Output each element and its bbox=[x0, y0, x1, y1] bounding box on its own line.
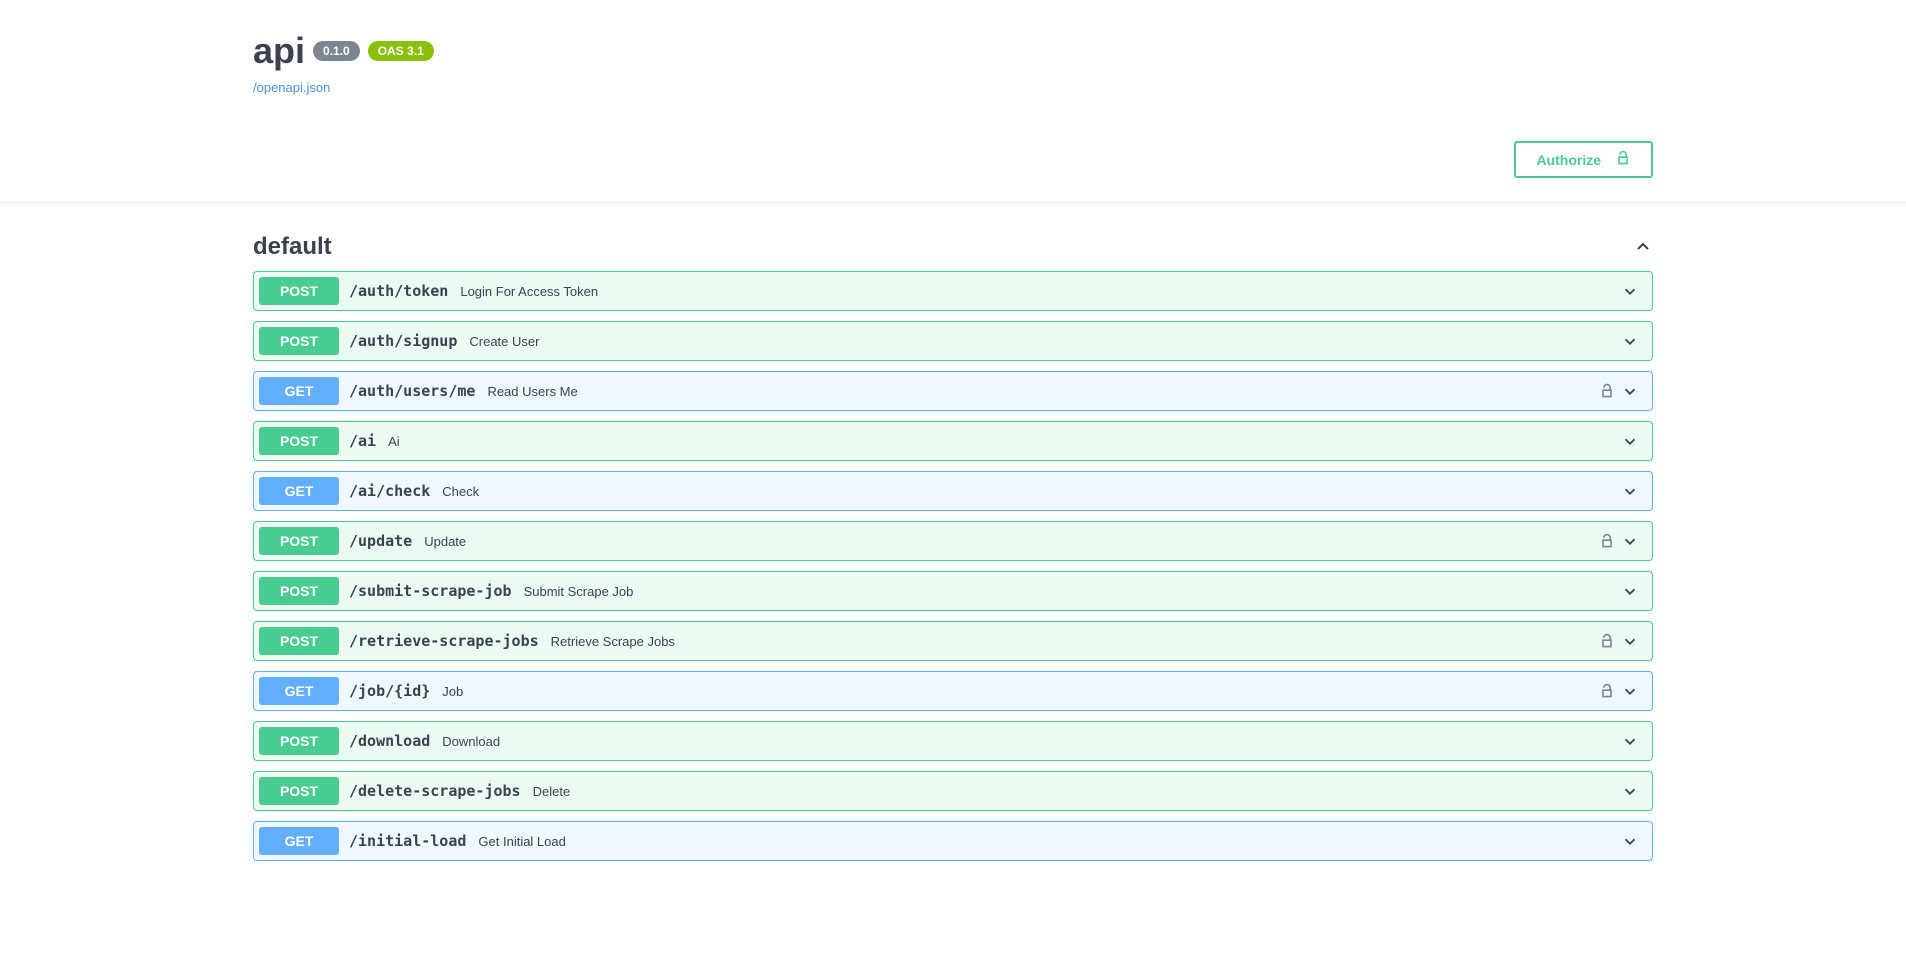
operation-summary: Check bbox=[442, 484, 479, 499]
operation-summary: Update bbox=[424, 534, 466, 549]
method-badge: GET bbox=[259, 377, 339, 405]
operations-section: default POST/auth/token Login For Access … bbox=[253, 203, 1653, 861]
lock-icon[interactable] bbox=[1599, 683, 1615, 699]
operation-actions bbox=[1599, 682, 1647, 700]
operation-path: /ai/check bbox=[349, 482, 430, 500]
operation-actions bbox=[1621, 432, 1647, 450]
operation-row[interactable]: GET/auth/users/me Read Users Me bbox=[253, 371, 1653, 411]
operation-row[interactable]: POST/ai Ai bbox=[253, 421, 1653, 461]
method-badge: POST bbox=[259, 577, 339, 605]
operation-summary: Ai bbox=[388, 434, 400, 449]
chevron-down-icon bbox=[1621, 332, 1639, 350]
api-title: api bbox=[253, 30, 305, 72]
chevron-down-icon bbox=[1621, 282, 1639, 300]
operation-actions bbox=[1621, 782, 1647, 800]
chevron-down-icon bbox=[1621, 482, 1639, 500]
operation-summary: Submit Scrape Job bbox=[524, 584, 634, 599]
version-badge: 0.1.0 bbox=[313, 41, 360, 61]
chevron-down-icon bbox=[1621, 682, 1639, 700]
chevron-down-icon bbox=[1621, 432, 1639, 450]
operation-actions bbox=[1621, 832, 1647, 850]
operation-row[interactable]: POST/submit-scrape-job Submit Scrape Job bbox=[253, 571, 1653, 611]
openapi-spec-link[interactable]: /openapi.json bbox=[253, 80, 330, 95]
operation-summary: Job bbox=[442, 684, 463, 699]
chevron-down-icon bbox=[1621, 782, 1639, 800]
operation-path: /retrieve-scrape-jobs bbox=[349, 632, 539, 650]
method-badge: POST bbox=[259, 727, 339, 755]
operation-path: /update bbox=[349, 532, 412, 550]
operation-row[interactable]: GET/job/{id} Job bbox=[253, 671, 1653, 711]
operation-summary: Download bbox=[442, 734, 500, 749]
chevron-down-icon bbox=[1621, 382, 1639, 400]
operation-path: /ai bbox=[349, 432, 376, 450]
method-badge: GET bbox=[259, 827, 339, 855]
chevron-up-icon bbox=[1633, 237, 1653, 257]
operation-row[interactable]: POST/auth/signup Create User bbox=[253, 321, 1653, 361]
operation-row[interactable]: GET/initial-load Get Initial Load bbox=[253, 821, 1653, 861]
operation-path: /submit-scrape-job bbox=[349, 582, 512, 600]
operation-actions bbox=[1599, 382, 1647, 400]
chevron-down-icon bbox=[1621, 832, 1639, 850]
oas-badge: OAS 3.1 bbox=[368, 41, 434, 61]
operation-path: /job/{id} bbox=[349, 682, 430, 700]
method-badge: POST bbox=[259, 327, 339, 355]
operation-path: /initial-load bbox=[349, 832, 466, 850]
lock-open-icon bbox=[1615, 150, 1631, 169]
operation-row[interactable]: POST/auth/token Login For Access Token bbox=[253, 271, 1653, 311]
chevron-down-icon bbox=[1621, 632, 1639, 650]
operation-row[interactable]: POST/retrieve-scrape-jobs Retrieve Scrape… bbox=[253, 621, 1653, 661]
operation-actions bbox=[1621, 282, 1647, 300]
operation-summary: Get Initial Load bbox=[478, 834, 565, 849]
operation-actions bbox=[1599, 632, 1647, 650]
chevron-down-icon bbox=[1621, 732, 1639, 750]
operation-summary: Retrieve Scrape Jobs bbox=[551, 634, 675, 649]
method-badge: POST bbox=[259, 627, 339, 655]
lock-icon[interactable] bbox=[1599, 633, 1615, 649]
auth-bar: Authorize bbox=[0, 117, 1906, 203]
lock-icon[interactable] bbox=[1599, 533, 1615, 549]
operation-summary: Read Users Me bbox=[487, 384, 577, 399]
chevron-down-icon bbox=[1621, 532, 1639, 550]
operation-list: POST/auth/tokenLogin For Access TokenPOS… bbox=[253, 271, 1653, 861]
method-badge: GET bbox=[259, 677, 339, 705]
operation-summary: Delete bbox=[533, 784, 571, 799]
api-header: api 0.1.0 OAS 3.1 /openapi.json bbox=[253, 0, 1653, 117]
method-badge: POST bbox=[259, 527, 339, 555]
operation-path: /auth/signup bbox=[349, 332, 457, 350]
operation-path: /delete-scrape-jobs bbox=[349, 782, 521, 800]
method-badge: POST bbox=[259, 777, 339, 805]
method-badge: POST bbox=[259, 427, 339, 455]
operation-row[interactable]: POST/delete-scrape-jobs Delete bbox=[253, 771, 1653, 811]
authorize-button-label: Authorize bbox=[1536, 152, 1601, 168]
section-title: default bbox=[253, 233, 332, 261]
operation-path: /download bbox=[349, 732, 430, 750]
operation-summary: Login For Access Token bbox=[460, 284, 598, 299]
section-header[interactable]: default bbox=[253, 233, 1653, 271]
method-badge: POST bbox=[259, 277, 339, 305]
operation-summary: Create User bbox=[469, 334, 539, 349]
authorize-button[interactable]: Authorize bbox=[1514, 141, 1653, 178]
chevron-down-icon bbox=[1621, 582, 1639, 600]
operation-actions bbox=[1621, 732, 1647, 750]
operation-path: /auth/users/me bbox=[349, 382, 475, 400]
operation-actions bbox=[1621, 582, 1647, 600]
lock-icon[interactable] bbox=[1599, 383, 1615, 399]
operation-row[interactable]: POST/update Update bbox=[253, 521, 1653, 561]
operation-actions bbox=[1599, 532, 1647, 550]
operation-row[interactable]: POST/download Download bbox=[253, 721, 1653, 761]
operation-path: /auth/token bbox=[349, 282, 448, 300]
operation-actions bbox=[1621, 482, 1647, 500]
operation-actions bbox=[1621, 332, 1647, 350]
operation-row[interactable]: GET/ai/check Check bbox=[253, 471, 1653, 511]
method-badge: GET bbox=[259, 477, 339, 505]
